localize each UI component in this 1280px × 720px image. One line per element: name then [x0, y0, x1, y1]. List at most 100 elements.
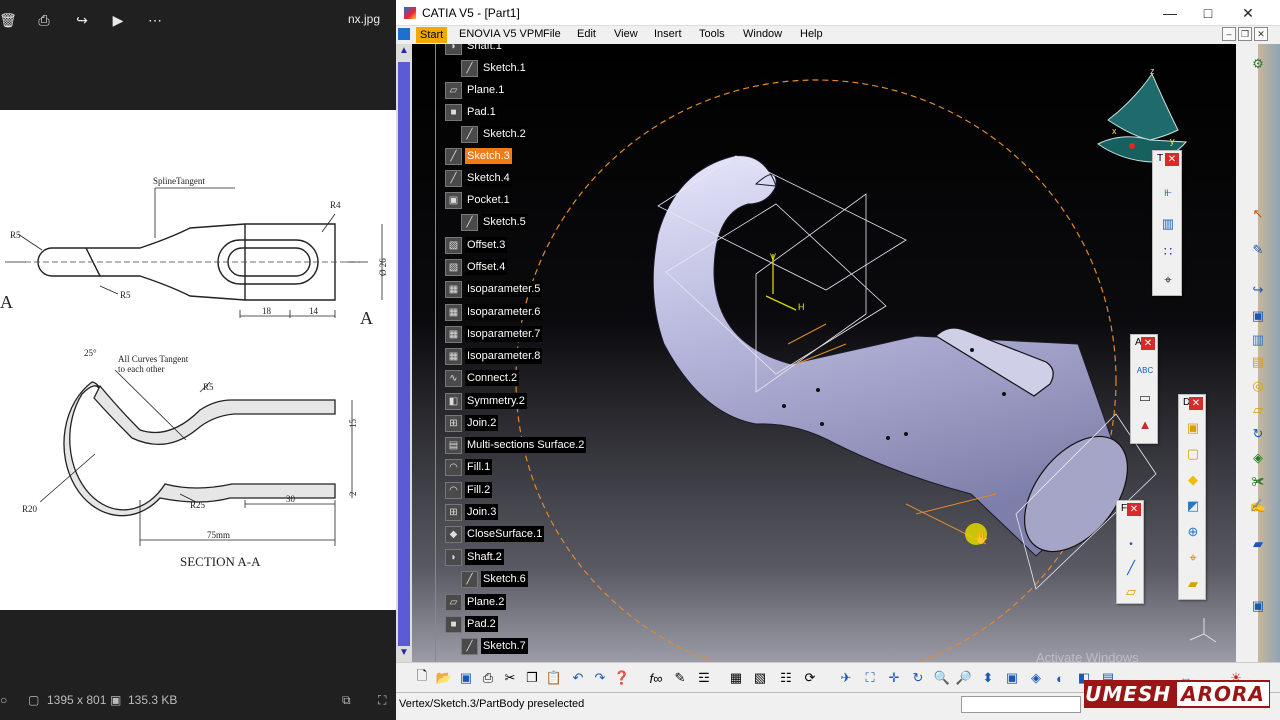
normal-view-icon[interactable]: ⬍ [978, 668, 998, 688]
maximize-button[interactable]: □ [1190, 2, 1226, 24]
point-icon[interactable]: • [1120, 533, 1142, 555]
sketcher-icon[interactable]: ✎ [1248, 240, 1268, 260]
redo-icon[interactable]: ↷ [590, 668, 610, 688]
tree-scrollbar[interactable]: ▲ ▼ [396, 44, 412, 662]
delete-button[interactable]: 🗑 [0, 10, 17, 30]
constraint-defined-icon[interactable]: ▥ [1157, 213, 1179, 235]
rib-tool-icon[interactable]: ⌖ [1182, 547, 1204, 569]
new-icon[interactable]: 🗋 [412, 668, 432, 688]
design-table-icon[interactable]: ▧ [750, 668, 770, 688]
tree-node[interactable]: ▦ Isoparameter.5 [445, 279, 543, 299]
tree-node[interactable]: ◗ Shaft.1 [445, 44, 504, 56]
menu-edit[interactable]: Edit [577, 28, 596, 40]
surface-icon[interactable]: ▱ [1248, 400, 1268, 420]
tree-node[interactable]: ⊞ Join.2 [445, 413, 499, 433]
tree-node[interactable]: ◠ Fill.1 [445, 457, 493, 477]
undo-icon[interactable]: ↶ [568, 668, 588, 688]
tree-node[interactable]: ◗ Shaft.2 [445, 547, 504, 567]
multi-constraint-icon[interactable]: ∷ [1157, 241, 1179, 263]
scroll-down-icon[interactable]: ▼ [398, 646, 410, 660]
minimize-button[interactable]: — [1152, 2, 1188, 24]
tree-node[interactable]: ∿ Connect.2 [445, 368, 520, 388]
snap-icon[interactable]: ⌖ [1157, 269, 1179, 291]
pad-tool-icon[interactable]: ▣ [1182, 417, 1204, 439]
multi-view-icon[interactable]: ▣ [1002, 668, 1022, 688]
toolbar-annotations[interactable]: A ✕ ABC ▭ ▲ [1130, 334, 1158, 444]
toolbar-close-icon[interactable]: ✕ [1189, 397, 1203, 410]
fit-button[interactable]: ⧉ [342, 693, 351, 708]
close-button[interactable]: ✕ [1230, 2, 1266, 24]
law-icon[interactable]: ☲ [694, 668, 714, 688]
apply-material-icon[interactable]: ✍ [1248, 496, 1268, 516]
tree-node[interactable]: ▧ Offset.3 [445, 235, 508, 255]
menu-insert[interactable]: Insert [654, 28, 682, 40]
cube-icon[interactable]: ◈ [1248, 448, 1268, 468]
slot-tool-icon[interactable]: ▰ [1182, 573, 1204, 595]
share-button[interactable]: ↪ [72, 10, 92, 30]
toolbar-close-icon[interactable]: ✕ [1165, 153, 1179, 166]
tree-node[interactable]: ╱ Sketch.1 [461, 58, 528, 78]
catalog-icon[interactable]: ▣ [1248, 596, 1268, 616]
save-icon[interactable]: ▣ [456, 668, 476, 688]
balloon-icon[interactable]: ▭ [1134, 387, 1156, 409]
tree-node[interactable]: ■ Pad.1 [445, 102, 498, 122]
product-icon[interactable]: ▣ [1248, 306, 1268, 326]
measure-icon[interactable]: ✀ [1248, 472, 1268, 492]
tree-node[interactable]: ╱ Sketch.7 [461, 636, 528, 656]
tree-node[interactable]: ◧ Symmetry.2 [445, 391, 527, 411]
catalog-browser-icon[interactable]: ☷ [776, 668, 796, 688]
knowledge-icon[interactable]: ✎ [670, 668, 690, 688]
scroll-thumb[interactable] [398, 62, 410, 646]
print-icon[interactable]: ⎙ [478, 668, 498, 688]
table-icon[interactable]: ▦ [726, 668, 746, 688]
tree-node[interactable]: ╱ Sketch.6 [461, 569, 528, 589]
formula-icon[interactable]: f∞ [646, 668, 666, 688]
tree-node[interactable]: ╱ Sketch.4 [445, 168, 512, 188]
cut-icon[interactable]: ✂ [500, 668, 520, 688]
tree-node[interactable]: ╱ Sketch.5 [461, 212, 528, 232]
tree-node[interactable]: ■ Pad.2 [445, 614, 498, 634]
tree-node-selected[interactable]: ╱ Sketch.3 [445, 146, 512, 166]
fullscreen-button[interactable]: ⛶ [378, 693, 386, 708]
eraser-icon[interactable]: ▰ [1248, 534, 1268, 554]
pan-icon[interactable]: ✛ [884, 668, 904, 688]
toolbar-close-icon[interactable]: ✕ [1127, 503, 1141, 516]
tree-node[interactable]: ▦ Isoparameter.6 [445, 302, 543, 322]
pocket-tool-icon[interactable]: ▢ [1182, 443, 1204, 465]
tree-node[interactable]: ▤ Multi-sections Surface.2 [445, 435, 587, 455]
doc-close-button[interactable]: ✕ [1254, 27, 1268, 41]
constraint-icon[interactable]: ⫦ [1157, 181, 1179, 203]
update-icon[interactable]: ⟳ [800, 668, 820, 688]
rotate-icon[interactable]: ↻ [908, 668, 928, 688]
paste-icon[interactable]: 📋 [544, 668, 564, 688]
menu-tools[interactable]: Tools [699, 28, 725, 40]
zoom-in-icon[interactable]: 🔍 [932, 668, 952, 688]
print-button[interactable]: ⎙ [34, 10, 54, 30]
tree-node[interactable]: ╱ Sketch.2 [461, 124, 528, 144]
groove-tool-icon[interactable]: ◩ [1182, 495, 1204, 517]
tree-node[interactable]: ◠ Fill.2 [445, 480, 493, 500]
shading-icon[interactable]: ◐ [1050, 668, 1070, 688]
scroll-up-icon[interactable]: ▲ [398, 44, 410, 58]
tree-node[interactable]: ▣ Pocket.1 [445, 190, 512, 210]
whats-this-icon[interactable]: ❓ [612, 668, 632, 688]
toolbar-wireframe[interactable]: F ✕ • ╱ ▱ [1116, 500, 1144, 604]
doc-minimize-button[interactable]: – [1222, 27, 1236, 41]
menu-enovia[interactable]: ENOVIA V5 VPM [459, 28, 543, 40]
tree-node[interactable]: ▦ Isoparameter.7 [445, 324, 543, 344]
fit-all-icon[interactable]: ⛶ [860, 668, 880, 688]
tree-node[interactable]: ▧ Offset.4 [445, 257, 508, 277]
tree-node[interactable]: ▦ Isoparameter.8 [445, 346, 543, 366]
settings-icon[interactable]: ⚙ [1248, 54, 1268, 74]
datum-icon[interactable]: ▲ [1134, 413, 1156, 435]
shaft-tool-icon[interactable]: ◆ [1182, 469, 1204, 491]
tree-node[interactable]: ◆ CloseSurface.1 [445, 524, 545, 544]
select-icon[interactable]: ↖ [1248, 204, 1268, 224]
doc-restore-button[interactable]: ❐ [1238, 27, 1252, 41]
cylinder-icon[interactable]: ▥ [1248, 330, 1268, 350]
exit-workbench-icon[interactable]: ↪ [1248, 280, 1268, 300]
3d-viewport[interactable]: V H ✋ z x y ▲ ▼ ◗ Shaft.1 ╱ Sketch.1 ▱ P… [396, 44, 1236, 662]
line-icon[interactable]: ╱ [1120, 557, 1142, 579]
open-icon[interactable]: 📂 [434, 668, 454, 688]
toolbar-close-icon[interactable]: ✕ [1141, 337, 1155, 350]
